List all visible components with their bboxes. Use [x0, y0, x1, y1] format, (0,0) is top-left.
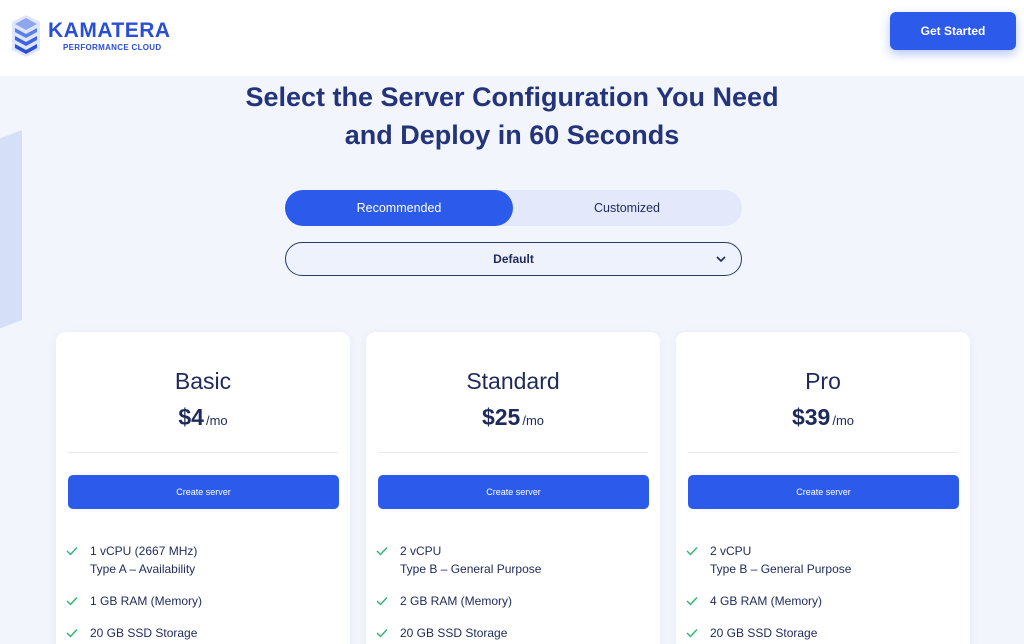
feature-item: 2 vCPU Type B – General Purpose: [376, 542, 656, 578]
price-amount: $39: [791, 404, 831, 430]
divider: [68, 452, 338, 453]
price-unit: /mo: [522, 413, 545, 428]
feature-text: 4 GB RAM (Memory): [710, 594, 823, 608]
feature-text: 2 vCPU: [710, 544, 752, 558]
price-amount: $25: [481, 404, 521, 430]
configuration-select[interactable]: Default: [285, 242, 742, 276]
feature-item: 1 vCPU (2667 MHz) Type A – Availability: [66, 542, 346, 578]
check-icon: [66, 629, 78, 638]
feature-item: 20 GB SSD Storage: [66, 624, 346, 642]
page-title-line-1: Select the Server Configuration You Need: [245, 82, 779, 112]
plan-price: $25/mo: [366, 404, 660, 431]
configuration-select-value: Default: [493, 252, 534, 266]
price-amount: $4: [178, 404, 204, 430]
check-icon: [686, 597, 698, 606]
feature-text: 2 GB RAM (Memory): [400, 594, 513, 608]
divider: [378, 452, 648, 453]
create-server-button[interactable]: Create server: [688, 475, 959, 509]
feature-list: 2 vCPU Type B – General Purpose 2 GB RAM…: [376, 542, 656, 644]
plan-type-toggle: Recommended Customized: [285, 190, 742, 226]
feature-subtext: Type A – Availability: [90, 562, 196, 576]
feature-item: 20 GB SSD Storage: [376, 624, 656, 642]
tab-recommended[interactable]: Recommended: [285, 190, 513, 226]
page-title-line-2: and Deploy in 60 Seconds: [344, 120, 680, 150]
feature-subtext: Type B – General Purpose: [400, 562, 542, 576]
plan-price: $39/mo: [676, 404, 970, 431]
plan-card-pro: Pro $39/mo Create server 2 vCPU Type B –…: [676, 332, 970, 644]
divider: [688, 452, 958, 453]
plan-name: Standard: [466, 368, 560, 394]
tab-customized[interactable]: Customized: [513, 190, 741, 226]
price-unit: /mo: [832, 413, 855, 428]
get-started-button[interactable]: Get Started: [890, 12, 1016, 50]
feature-list: 1 vCPU (2667 MHz) Type A – Availability …: [66, 542, 346, 644]
decorative-cube-shape: [0, 130, 22, 329]
page-title: Select the Server Configuration You Need…: [0, 78, 1024, 154]
feature-item: 20 GB SSD Storage: [686, 624, 966, 642]
plan-card-basic: Basic $4/mo Create server 1 vCPU (2667 M…: [56, 332, 350, 644]
feature-list: 2 vCPU Type B – General Purpose 4 GB RAM…: [686, 542, 966, 644]
feature-text: 1 vCPU (2667 MHz): [90, 544, 198, 558]
plan-name: Basic: [174, 368, 232, 394]
check-icon: [66, 547, 78, 556]
price-unit: /mo: [205, 413, 228, 428]
feature-item: 1 GB RAM (Memory): [66, 592, 346, 610]
brand-logo[interactable]: KAMATERA PERFORMANCE CLOUD: [10, 14, 171, 58]
create-server-button[interactable]: Create server: [68, 475, 339, 509]
check-icon: [686, 629, 698, 638]
chevron-down-icon: [716, 256, 726, 263]
check-icon: [686, 547, 698, 556]
brand-name: KAMATERA: [48, 19, 171, 42]
kamatera-logo-icon: [12, 15, 40, 57]
feature-item: 4 GB RAM (Memory): [686, 592, 966, 610]
feature-text: 2 vCPU: [400, 544, 442, 558]
plan-name: Pro: [805, 368, 841, 394]
create-server-button[interactable]: Create server: [378, 475, 649, 509]
feature-text: 20 GB SSD Storage: [400, 626, 508, 640]
check-icon: [376, 547, 388, 556]
feature-text: 20 GB SSD Storage: [710, 626, 818, 640]
check-icon: [376, 597, 388, 606]
check-icon: [66, 597, 78, 606]
site-header: KAMATERA PERFORMANCE CLOUD Get Started: [0, 0, 1024, 76]
feature-item: 2 vCPU Type B – General Purpose: [686, 542, 966, 578]
brand-tagline: PERFORMANCE CLOUD: [63, 43, 162, 52]
feature-item: 2 GB RAM (Memory): [376, 592, 656, 610]
feature-text: 20 GB SSD Storage: [90, 626, 198, 640]
check-icon: [376, 629, 388, 638]
plan-card-standard: Standard $25/mo Create server 2 vCPU Typ…: [366, 332, 660, 644]
feature-subtext: Type B – General Purpose: [710, 562, 852, 576]
plan-price: $4/mo: [56, 404, 350, 431]
feature-text: 1 GB RAM (Memory): [90, 594, 203, 608]
